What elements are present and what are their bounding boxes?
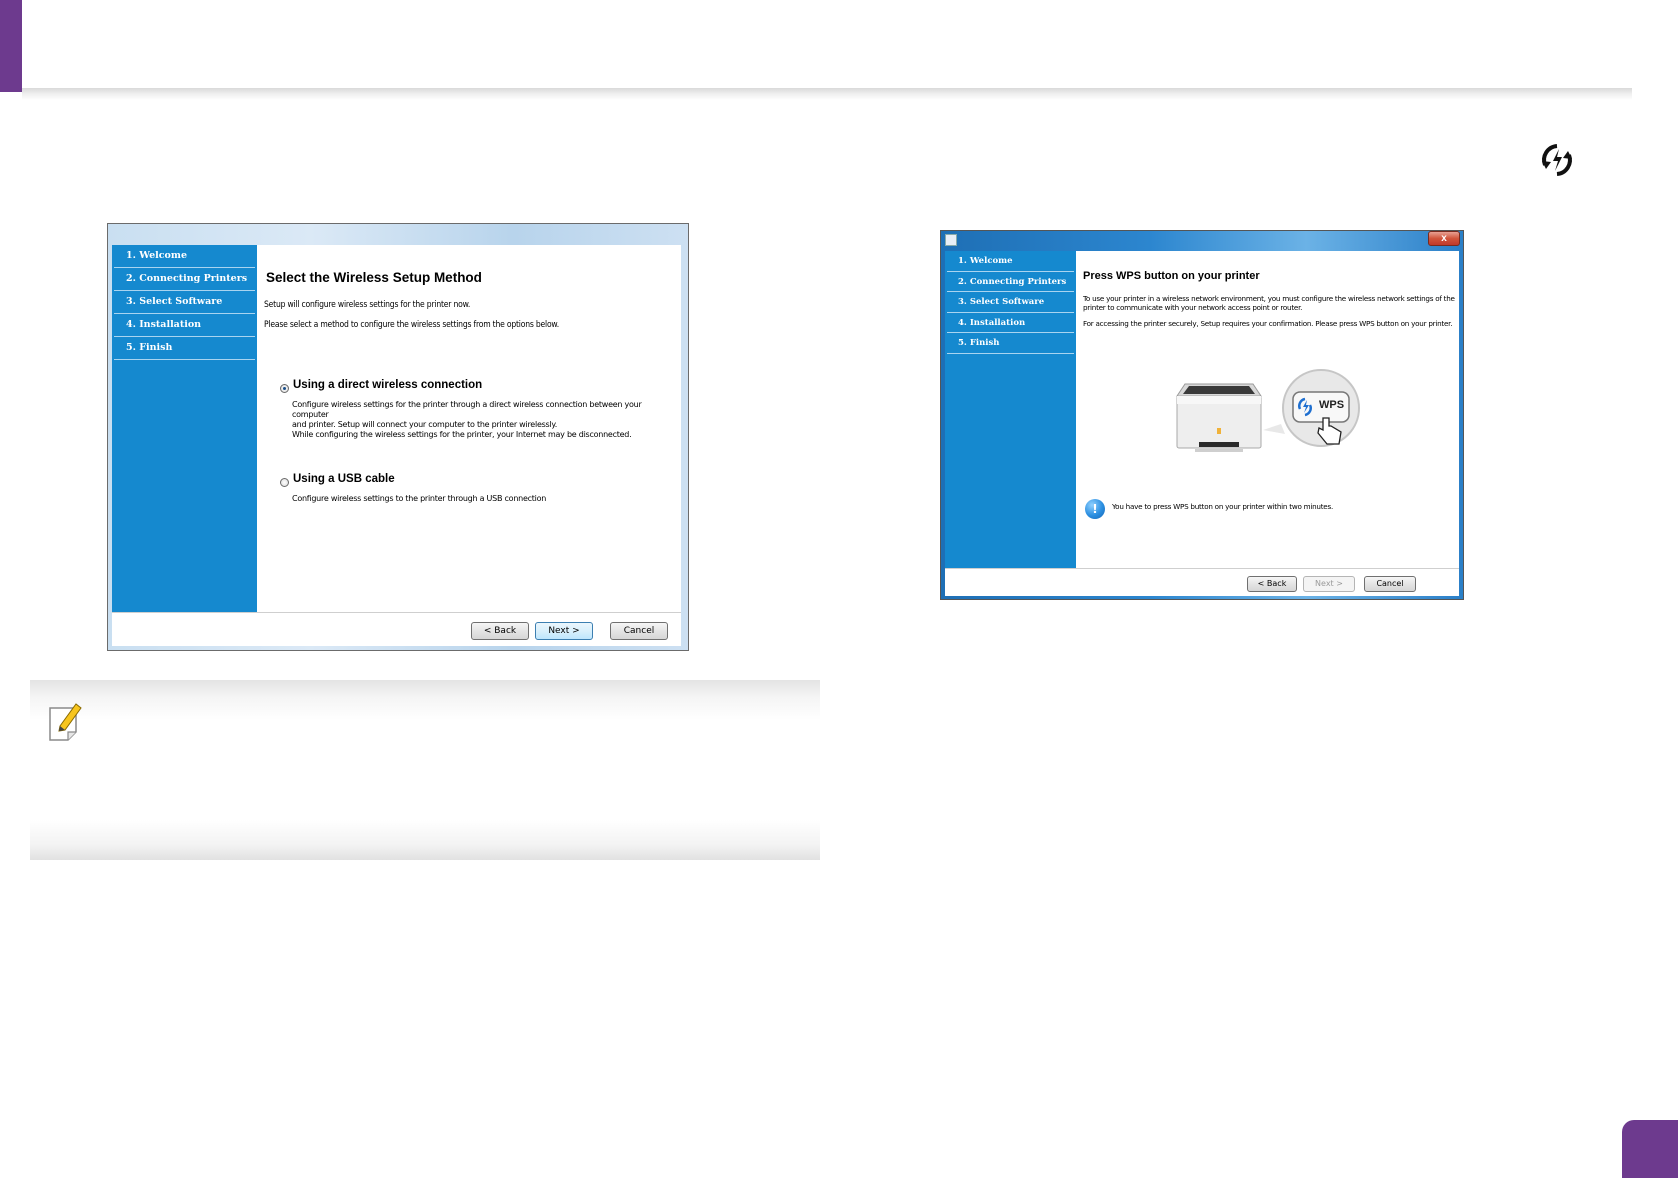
- next-button[interactable]: Next >: [1303, 576, 1355, 592]
- wps-setup-window: x 1. Welcome 2. Connecting Printers 3. S…: [940, 230, 1464, 600]
- step-welcome: 1. Welcome: [114, 245, 255, 268]
- back-button[interactable]: < Back: [1247, 576, 1297, 592]
- step-select-software: 3. Select Software: [114, 291, 255, 314]
- page-title: Select the Wireless Setup Method: [266, 270, 482, 285]
- direct-desc-line2: and printer. Setup will connect your com…: [292, 420, 558, 429]
- usb-cable-label[interactable]: Using a USB cable: [293, 473, 395, 485]
- direct-wireless-radio[interactable]: [280, 384, 289, 393]
- app-icon: [945, 234, 957, 246]
- info-text: You have to press WPS button on your pri…: [1112, 502, 1334, 511]
- info-icon: !: [1085, 499, 1105, 519]
- cancel-button[interactable]: Cancel: [1364, 576, 1416, 592]
- wps-icon: [1542, 144, 1572, 176]
- page-title: Press WPS button on your printer: [1083, 270, 1260, 282]
- intro-paragraph: To use your printer in a wireless networ…: [1083, 294, 1455, 312]
- wireless-setup-window: 1. Welcome 2. Connecting Printers 3. Sel…: [107, 223, 689, 651]
- chapter-tab: [0, 0, 22, 92]
- confirm-paragraph: For accessing the printer securely, Setu…: [1083, 319, 1453, 328]
- wizard-content: Press WPS button on your printer To use …: [1076, 251, 1459, 568]
- note-box: [30, 680, 820, 860]
- step-finish: 5. Finish: [114, 337, 255, 360]
- usb-cable-description: Configure wireless settings to the print…: [292, 494, 547, 503]
- cancel-button[interactable]: Cancel: [610, 622, 668, 640]
- usb-cable-radio[interactable]: [280, 478, 289, 487]
- next-button[interactable]: Next >: [535, 622, 593, 640]
- wizard-content: Select the Wireless Setup Method Setup w…: [257, 245, 681, 612]
- intro-line2: printer to communicate with your network…: [1083, 303, 1303, 312]
- direct-desc-line1: Configure wireless settings for the prin…: [292, 400, 642, 419]
- direct-desc-line3: While configuring the wireless settings …: [292, 430, 632, 439]
- back-button[interactable]: < Back: [471, 622, 529, 640]
- step-connecting-printers: 2. Connecting Printers: [947, 272, 1074, 292]
- title-bar: x: [940, 230, 1464, 250]
- close-button[interactable]: x: [1428, 231, 1460, 246]
- step-select-software: 3. Select Software: [947, 292, 1074, 313]
- step-installation: 4. Installation: [947, 313, 1074, 333]
- button-bar: [112, 612, 681, 646]
- direct-wireless-description: Configure wireless settings for the prin…: [292, 400, 672, 440]
- step-welcome: 1. Welcome: [947, 251, 1074, 272]
- page-number-tab: [1622, 1120, 1678, 1178]
- note-pencil-icon: [49, 703, 82, 741]
- wizard-stepper: 1. Welcome 2. Connecting Printers 3. Sel…: [945, 251, 1076, 568]
- intro-line1: To use your printer in a wireless networ…: [1083, 294, 1455, 303]
- intro-text: Setup will configure wireless settings f…: [264, 300, 471, 310]
- step-finish: 5. Finish: [947, 333, 1074, 354]
- wps-button-label: WPS: [1319, 399, 1345, 411]
- direct-wireless-label[interactable]: Using a direct wireless connection: [293, 379, 482, 391]
- printer-illustration: [1176, 369, 1360, 452]
- wizard-stepper: 1. Welcome 2. Connecting Printers 3. Sel…: [112, 245, 257, 612]
- step-connecting-printers: 2. Connecting Printers: [114, 268, 255, 291]
- step-installation: 4. Installation: [114, 314, 255, 337]
- instruction-text: Please select a method to configure the …: [264, 320, 559, 330]
- header-rule: [22, 88, 1632, 100]
- printer-wps-illustration: WPS: [1171, 366, 1361, 466]
